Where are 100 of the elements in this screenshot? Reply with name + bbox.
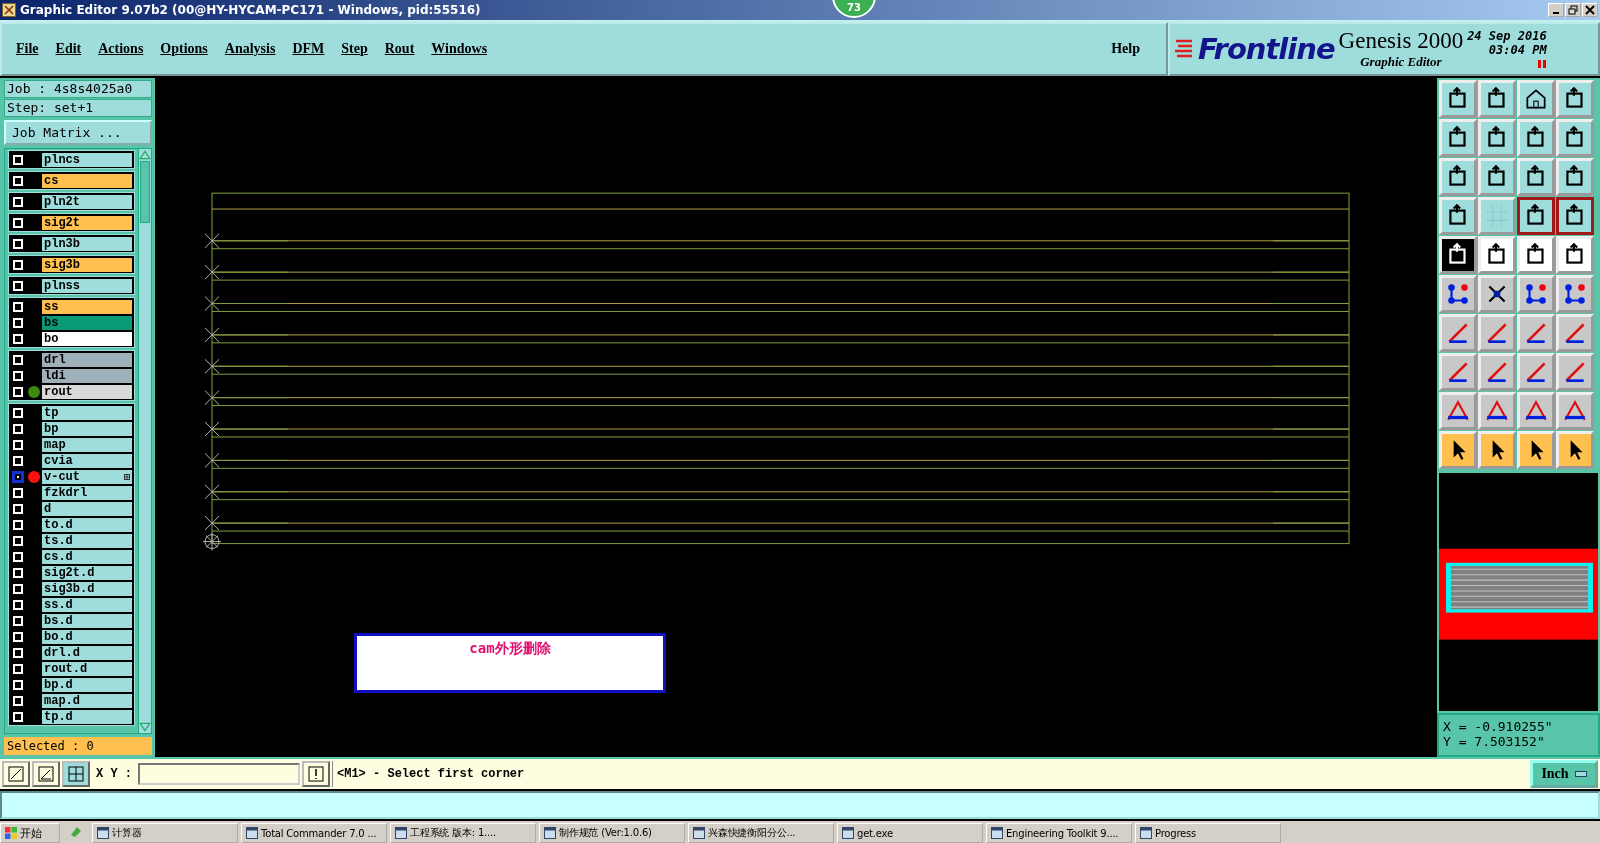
close-button[interactable] [1582, 3, 1598, 17]
restore-icon [1568, 5, 1578, 15]
toolbar-button[interactable] [1556, 197, 1594, 235]
taskbar-item[interactable]: Total Commander 7.0 ... [241, 823, 387, 843]
layer-name[interactable]: fzkdrl [42, 485, 132, 500]
window-icon [1140, 827, 1152, 839]
close-icon [1585, 5, 1595, 15]
layer-name[interactable]: sig2t.d [42, 565, 132, 580]
exclamation-icon [308, 766, 324, 782]
layer-name[interactable]: cvia [42, 453, 132, 468]
app-icon [2, 3, 16, 17]
layer-name[interactable]: rout [42, 384, 132, 399]
layer-name[interactable]: pln2t [42, 194, 132, 209]
layer-name[interactable]: bs [42, 315, 132, 330]
layer-name[interactable]: pln3b [42, 236, 132, 251]
window-icon [544, 827, 556, 839]
notification-badge: 73 [832, 0, 876, 18]
layer-name[interactable]: map [42, 437, 132, 452]
scrollbar-thumb[interactable] [140, 161, 150, 223]
layer-name[interactable]: plncs [42, 152, 132, 167]
menu-item[interactable]: Step [341, 41, 368, 57]
layer-name[interactable]: v-cut [42, 469, 132, 484]
minimize-button[interactable] [1548, 3, 1564, 17]
angle-icon [38, 766, 54, 782]
menu-item[interactable]: Analysis [224, 41, 276, 57]
layer-name[interactable]: ss [42, 299, 132, 314]
layer-name[interactable]: bp.d [42, 677, 132, 692]
window-icon [693, 827, 705, 839]
layer-name[interactable]: drl [42, 352, 132, 367]
product-name: Genesis 2000 [1338, 28, 1464, 54]
y-coordinate: Y = 7.503152" [1443, 734, 1546, 749]
layer-name[interactable]: map.d [42, 693, 132, 708]
layer-name[interactable]: plnss [42, 278, 132, 293]
start-button[interactable]: 开始 [0, 823, 60, 843]
time-text: 03:04 PM [1488, 43, 1547, 57]
layer-name[interactable]: cs.d [42, 549, 132, 564]
menu-item[interactable]: Rout [384, 41, 415, 57]
layer-name[interactable]: tp.d [42, 709, 132, 724]
minimize-icon [1553, 12, 1559, 14]
layer-name[interactable]: ts.d [42, 533, 132, 548]
taskbar-item[interactable]: Engineering Toolkit 9.... [986, 823, 1132, 843]
restore-button[interactable] [1565, 3, 1581, 17]
angle-button[interactable] [32, 761, 60, 787]
taskbar-item[interactable]: 制作规范 (Ver:1.0.6) [539, 823, 685, 843]
menu-item[interactable]: Actions [98, 41, 144, 57]
layer-name[interactable]: ldi [42, 368, 132, 383]
window-icon [842, 827, 854, 839]
toolbar-button[interactable] [1517, 197, 1555, 235]
layer-name[interactable]: ss.d [42, 597, 132, 612]
window-icon [246, 827, 258, 839]
layer-name[interactable]: sig3b.d [42, 581, 132, 596]
layer-name[interactable]: sig2t [42, 215, 132, 230]
xy-input-field[interactable] [138, 763, 300, 785]
pause-icon [1536, 59, 1547, 69]
window-icon [991, 827, 1003, 839]
menu-item[interactable]: DFM [292, 41, 325, 57]
connected-dots-icon [1445, 281, 1471, 307]
layer-checkbox[interactable] [13, 471, 23, 482]
taskbar-item[interactable]: 工程系统 版本: 1.... [390, 823, 536, 843]
step-label: Step: set+1 [4, 99, 152, 117]
selected-count: Selected : 0 [4, 737, 152, 755]
layer-name[interactable]: drl.d [42, 645, 132, 660]
layer-name[interactable]: bs.d [42, 613, 132, 628]
grid-mark-icon [124, 473, 130, 480]
diagonal-square-icon [8, 766, 24, 782]
x-coordinate: X = -0.910255" [1443, 719, 1554, 734]
taskbar-item[interactable]: 兴森快捷衡阳分公... [688, 823, 834, 843]
menu-item[interactable]: Options [160, 41, 208, 57]
layer-name[interactable]: d [42, 501, 132, 516]
connected-dots-icon [1562, 281, 1588, 307]
menu-item[interactable]: Help [1111, 41, 1140, 57]
note-text: cam外形删除 [469, 640, 551, 658]
date-text: 24 Sep 2016 [1467, 29, 1547, 43]
units-dropdown[interactable]: Inch [1530, 760, 1598, 788]
taskbar-item[interactable]: 计算器 [92, 823, 238, 843]
layer-name[interactable]: bo.d [42, 629, 132, 644]
job-label: Job : 4s8s4025a0 [4, 80, 152, 98]
layer-name[interactable]: tp [42, 405, 132, 420]
menu-item[interactable]: Edit [55, 41, 82, 57]
layer-name[interactable]: cs [42, 173, 132, 188]
layer-name[interactable]: bo [42, 331, 132, 346]
grid-icon [68, 766, 84, 782]
job-matrix-button[interactable]: Job Matrix ... [4, 120, 152, 145]
window-title: Graphic Editor 9.07b2 (00@HY-HYCAM-PC171 - Windows, pid:55516) [20, 3, 481, 17]
snap-button[interactable] [2, 761, 30, 787]
connected-dots-icon [1523, 281, 1549, 307]
taskbar-item[interactable]: get.exe [837, 823, 983, 843]
menu-item[interactable]: Windows [431, 41, 488, 57]
layer-name[interactable]: bp [42, 421, 132, 436]
grid-button[interactable] [62, 761, 90, 787]
dash-icon [1574, 771, 1587, 777]
layer-name[interactable]: to.d [42, 517, 132, 532]
taskbar-item[interactable]: Progress [1135, 823, 1281, 843]
layer-name[interactable]: rout.d [42, 661, 132, 676]
layer-name[interactable]: sig3b [42, 257, 132, 272]
command-prompt: <M1> - Select first corner [332, 761, 1528, 787]
alert-button[interactable] [302, 761, 330, 787]
menu-item[interactable]: File [16, 41, 39, 57]
window-icon [97, 827, 109, 839]
product-subtitle: Graphic Editor [1360, 54, 1442, 70]
